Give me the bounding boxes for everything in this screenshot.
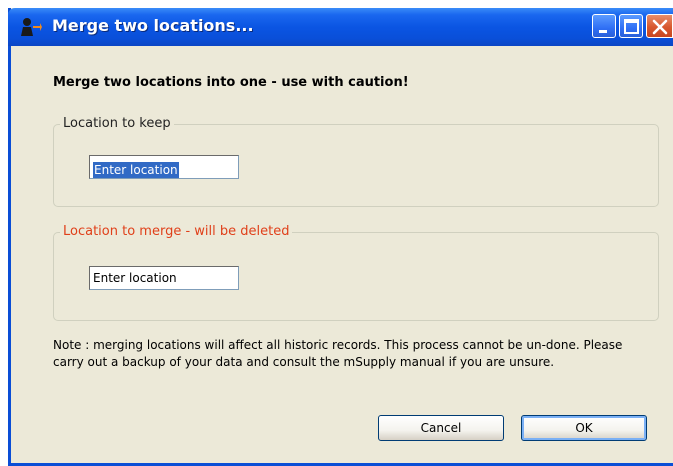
maximize-button[interactable] — [619, 14, 643, 38]
location-to-keep-input[interactable]: Enter location — [89, 155, 239, 179]
dialog-heading: Merge two locations into one - use with … — [53, 75, 409, 90]
close-icon — [652, 19, 668, 35]
cancel-button[interactable]: Cancel — [378, 415, 504, 441]
location-to-merge-label: Location to merge - will be deleted — [60, 224, 293, 239]
person-arrow-icon — [21, 18, 42, 36]
window-title: Merge two locations... — [52, 16, 254, 35]
location-to-keep-group: Location to keep Enter location — [53, 116, 659, 207]
location-to-merge-group: Location to merge - will be deleted — [53, 224, 659, 321]
location-to-merge-input[interactable] — [89, 266, 239, 290]
caution-note: Note : merging locations will affect all… — [53, 338, 623, 369]
ok-button[interactable]: OK — [521, 415, 647, 441]
merge-locations-dialog: Merge two locations... Merge two locatio… — [8, 8, 673, 466]
location-to-keep-selected-text: Enter location — [93, 162, 179, 178]
maximize-icon — [624, 19, 639, 34]
location-to-keep-label: Location to keep — [60, 116, 174, 131]
close-button[interactable] — [646, 14, 673, 38]
title-bar[interactable]: Merge two locations... — [8, 8, 673, 46]
minimize-button[interactable] — [592, 14, 616, 38]
minimize-icon — [599, 30, 607, 33]
